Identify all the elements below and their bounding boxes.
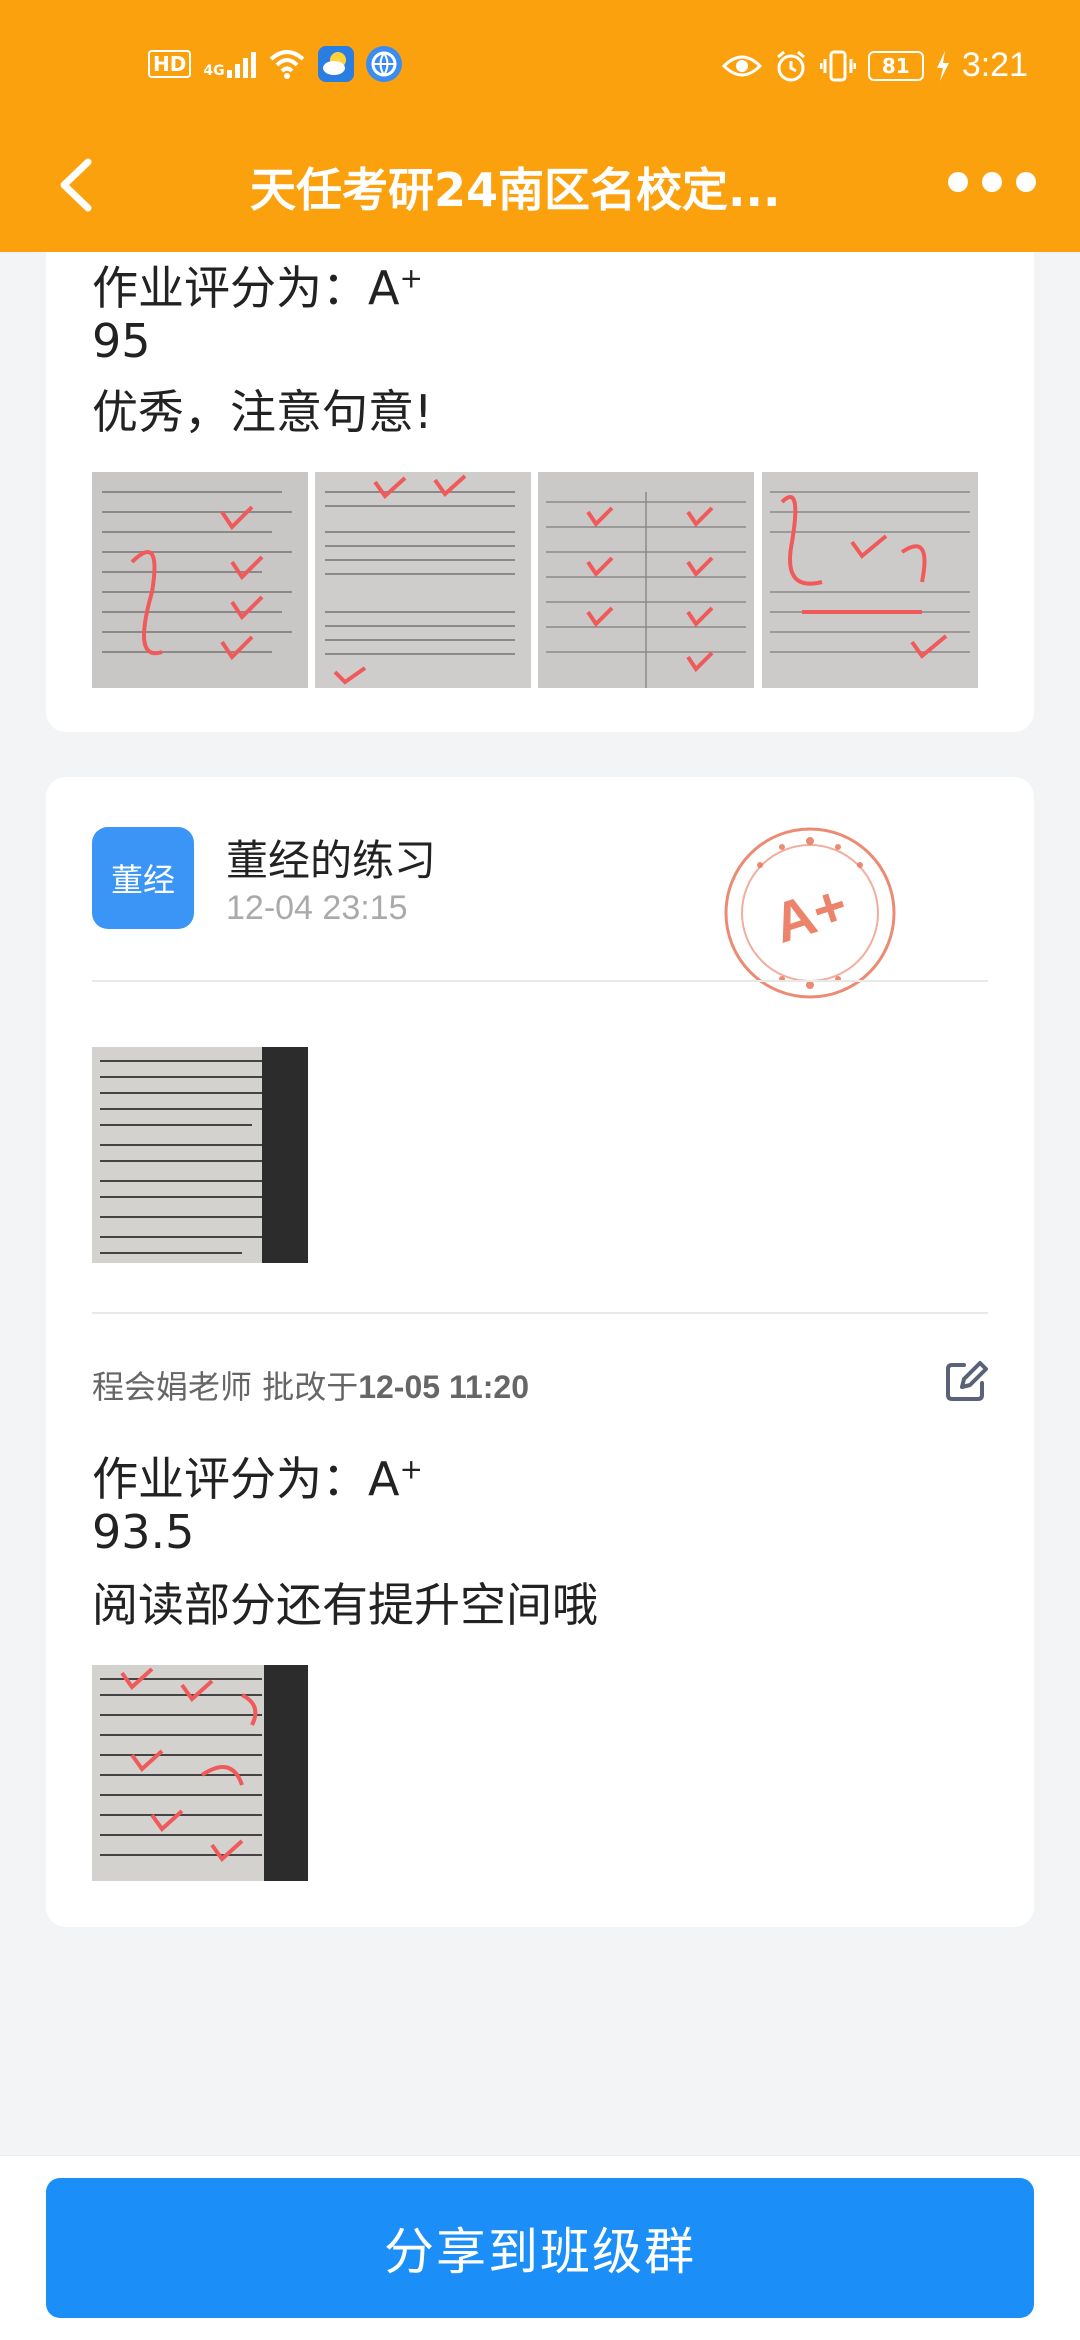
graded-time: 12-05 11:20 <box>358 1369 530 1405</box>
graded-photo[interactable] <box>92 1665 308 1881</box>
homework-detail-page: HD 4G 81 3:21 天任考研24南区名校定... 作业评分为：A+ 95… <box>0 0 1080 2340</box>
score-text: 93.5 <box>92 1505 195 1559</box>
grade-sup: + <box>399 261 423 295</box>
grader-info: 程会娟老师 批改于12-05 11:20 <box>92 1362 529 1408</box>
student-avatar: 董经 <box>92 827 194 929</box>
share-to-class-group-button[interactable]: 分享到班级群 <box>46 2178 1034 2318</box>
comment-text: 阅读部分还有提升空间哦 <box>92 1578 598 1632</box>
homework-card-previous: 作业评分为：A+ 95 优秀，注意句意! <box>46 210 1034 732</box>
graded-photo-3[interactable] <box>538 472 754 688</box>
nav-bar: 天任考研24南区名校定... <box>0 140 1080 230</box>
more-menu-button[interactable] <box>948 172 1036 192</box>
grade-sup: + <box>399 1452 423 1486</box>
grade-stamp: A+ <box>724 827 896 999</box>
eye-icon <box>721 55 762 76</box>
divider <box>92 980 988 982</box>
homework-card: 董经 董经的练习 12-04 23:15 A+ 程会娟老师 批改于12-05 1… <box>46 777 1034 1927</box>
score-text: 95 <box>92 314 151 368</box>
status-left: HD 4G <box>148 46 402 82</box>
submit-time: 12-04 23:15 <box>226 889 408 927</box>
graded-prefix: 批改于 <box>262 1368 359 1406</box>
graded-photo-1[interactable] <box>92 472 308 688</box>
grade-line: 作业评分为：A+ <box>92 1443 423 1509</box>
clock: 3:21 <box>961 46 1028 84</box>
graded-photo-2[interactable] <box>315 472 531 688</box>
charging-icon <box>936 50 949 81</box>
back-button[interactable] <box>48 150 108 220</box>
vibrate-icon <box>819 50 856 81</box>
status-right: 81 3:21 <box>721 46 1028 85</box>
signal-icon: 4G <box>203 50 256 78</box>
more-dot-icon <box>948 172 968 192</box>
grade-text: 作业评分为：A <box>92 1452 400 1506</box>
battery-indicator: 81 <box>867 50 924 81</box>
student-name: 董经的练习 <box>226 836 437 885</box>
grade-text: 作业评分为：A <box>92 261 400 315</box>
app-header: HD 4G 81 3:21 天任考研24南区名校定... <box>0 0 1080 252</box>
page-title: 天任考研24南区名校定... <box>250 163 781 217</box>
alarm-icon <box>776 50 805 81</box>
hd-icon: HD <box>148 50 192 78</box>
status-bar: HD 4G 81 3:21 <box>0 40 1080 100</box>
edit-icon[interactable] <box>944 1359 988 1403</box>
submitted-photo[interactable] <box>92 1047 308 1263</box>
comment-text: 优秀，注意句意! <box>92 385 433 439</box>
bottom-action-bar: 分享到班级群 <box>0 2155 1080 2340</box>
browser-app-icon <box>365 46 402 82</box>
more-dot-icon <box>982 172 1002 192</box>
graded-photo-4[interactable] <box>762 472 978 688</box>
grade-line: 作业评分为：A+ <box>92 252 423 318</box>
divider <box>92 1312 988 1314</box>
more-dot-icon <box>1016 172 1036 192</box>
wifi-icon <box>269 50 304 79</box>
teacher-name: 程会娟老师 <box>92 1368 253 1406</box>
weather-app-icon <box>317 46 354 82</box>
stamp-label: A+ <box>766 872 855 955</box>
